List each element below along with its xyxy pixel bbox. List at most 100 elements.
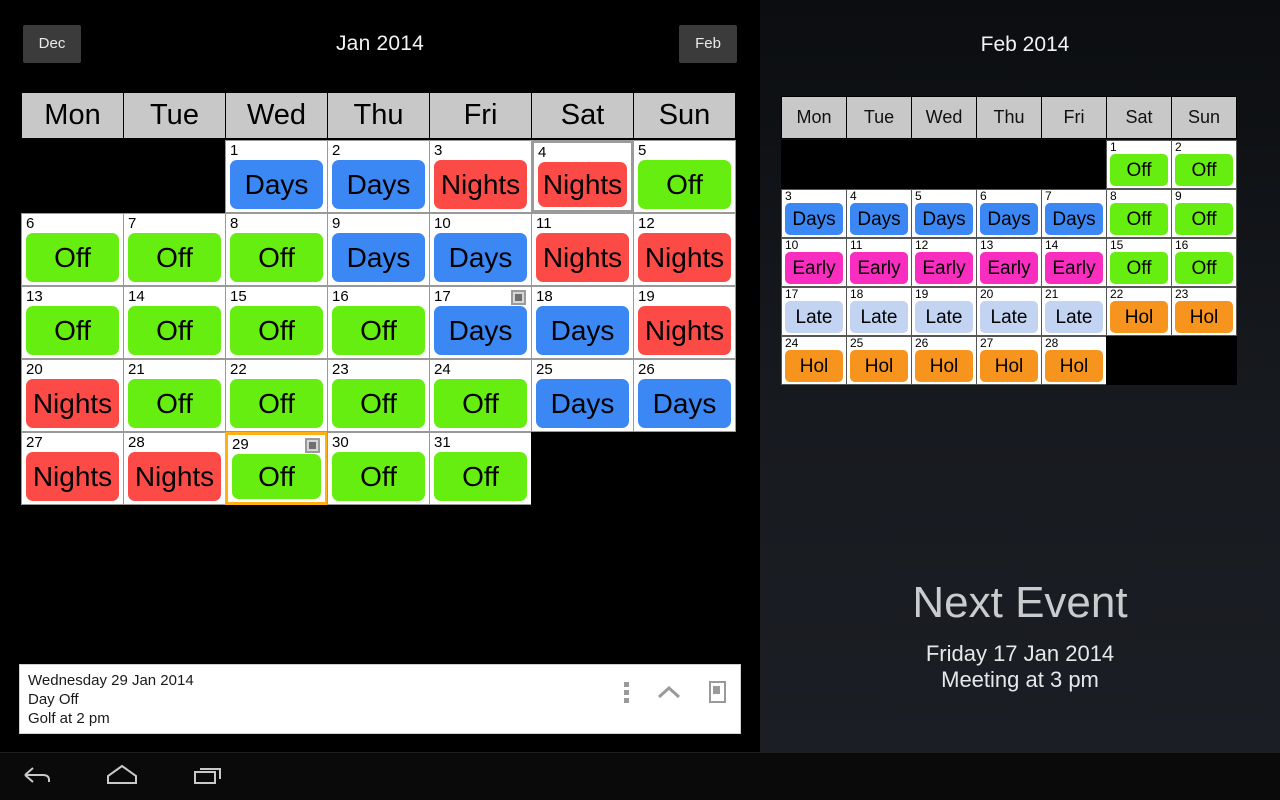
day-cell-18[interactable]: 18 Days	[531, 286, 634, 359]
day-cell-19[interactable]: 19 Late	[911, 287, 977, 336]
event-note-icon	[511, 290, 526, 305]
day-cell-28[interactable]: 28 Hol	[1041, 336, 1107, 385]
day-number: 9	[332, 215, 341, 232]
day-cell-8[interactable]: 8 Off	[225, 213, 328, 286]
day-cell-15[interactable]: 15 Off	[1106, 238, 1172, 287]
day-cell-31[interactable]: 31 Off	[429, 432, 532, 505]
day-cell-26[interactable]: 26 Days	[633, 359, 736, 432]
day-cell-28[interactable]: 28 Nights	[123, 432, 226, 505]
day-cell-9[interactable]: 9 Days	[327, 213, 430, 286]
day-cell-10[interactable]: 10 Days	[429, 213, 532, 286]
day-cell-3[interactable]: 3 Nights	[429, 140, 532, 213]
day-cell-25[interactable]: 25 Days	[531, 359, 634, 432]
day-cell-1[interactable]: 1 Off	[1106, 140, 1172, 189]
day-cell-29[interactable]: 29 Off	[225, 432, 328, 505]
next-month-button[interactable]: Feb	[679, 25, 737, 63]
day-number: 11	[536, 215, 552, 232]
day-cell-2[interactable]: 2 Days	[327, 140, 430, 213]
day-cell-4[interactable]: 4 Nights	[531, 140, 634, 213]
day-number: 6	[980, 189, 987, 203]
day-cell-30[interactable]: 30 Off	[327, 432, 430, 505]
day-cell-5[interactable]: 5 Off	[633, 140, 736, 213]
day-cell-22[interactable]: 22 Hol	[1106, 287, 1172, 336]
day-cell-empty	[123, 140, 226, 213]
day-cell-9[interactable]: 9 Off	[1171, 189, 1237, 238]
screen: Dec Jan 2014 Feb Mon Tue Wed Thu Fri Sat Sun 1…	[0, 0, 1280, 800]
chevron-up-icon[interactable]	[657, 683, 681, 701]
day-cell-24[interactable]: 24 Off	[429, 359, 532, 432]
day-number: 12	[915, 238, 929, 252]
shift-badge: Off	[1110, 154, 1168, 186]
day-cell-19[interactable]: 19 Nights	[633, 286, 736, 359]
mini-weekday-header-tue: Tue	[846, 96, 912, 139]
shift-badge: Off	[1175, 252, 1233, 284]
day-cell-7[interactable]: 7 Off	[123, 213, 226, 286]
shift-badge: Days	[536, 306, 629, 355]
home-icon[interactable]	[102, 761, 142, 794]
day-cell-14[interactable]: 14 Off	[123, 286, 226, 359]
day-cell-15[interactable]: 15 Off	[225, 286, 328, 359]
day-cell-1[interactable]: 1 Days	[225, 140, 328, 213]
day-number: 28	[1045, 336, 1059, 350]
day-cell-18[interactable]: 18 Late	[846, 287, 912, 336]
day-number: 20	[26, 361, 43, 378]
day-cell-5[interactable]: 5 Days	[911, 189, 977, 238]
day-cell-4[interactable]: 4 Days	[846, 189, 912, 238]
shift-badge: Hol	[915, 350, 973, 382]
day-cell-12[interactable]: 12 Early	[911, 238, 977, 287]
day-cell-6[interactable]: 6 Days	[976, 189, 1042, 238]
day-cell-27[interactable]: 27 Nights	[21, 432, 124, 505]
day-number: 7	[128, 215, 137, 232]
day-cell-16[interactable]: 16 Off	[1171, 238, 1237, 287]
day-cell-11[interactable]: 11 Nights	[531, 213, 634, 286]
day-cell-3[interactable]: 3 Days	[781, 189, 847, 238]
day-cell-21[interactable]: 21 Late	[1041, 287, 1107, 336]
day-number: 16	[1175, 238, 1189, 252]
day-number: 21	[1045, 287, 1059, 301]
day-cell-8[interactable]: 8 Off	[1106, 189, 1172, 238]
day-cell-17[interactable]: 17 Days	[429, 286, 532, 359]
day-cell-7[interactable]: 7 Days	[1041, 189, 1107, 238]
prev-month-button[interactable]: Dec	[23, 25, 81, 63]
week-row: 6 Off 7 Off 8 Off 9 Days 10 Days 11 Nights 12 Nights	[21, 213, 740, 286]
mini-calendar-grid: Mon Tue Wed Thu Fri Sat Sun 1 Off 2 Off 3 Days 4 Days…	[781, 96, 1237, 385]
selected-day-info-panel[interactable]: Wednesday 29 Jan 2014 Day Off Golf at 2 …	[19, 664, 741, 734]
shift-badge: Days	[850, 203, 908, 235]
day-cell-6[interactable]: 6 Off	[21, 213, 124, 286]
day-cell-11[interactable]: 11 Early	[846, 238, 912, 287]
day-cell-13[interactable]: 13 Early	[976, 238, 1042, 287]
day-cell-24[interactable]: 24 Hol	[781, 336, 847, 385]
week-row: 13 Off 14 Off 15 Off 16 Off 17 Days 18 Days 19 Nights	[21, 286, 740, 359]
weekday-header-sat: Sat	[531, 92, 634, 139]
recents-icon[interactable]	[190, 761, 228, 794]
day-cell-20[interactable]: 20 Nights	[21, 359, 124, 432]
day-cell-14[interactable]: 14 Early	[1041, 238, 1107, 287]
day-cell-23[interactable]: 23 Off	[327, 359, 430, 432]
day-number: 3	[785, 189, 792, 203]
day-number: 15	[1110, 238, 1124, 252]
weekday-header-fri: Fri	[429, 92, 532, 139]
note-icon[interactable]	[709, 681, 726, 703]
shift-badge: Late	[785, 301, 843, 333]
day-cell-22[interactable]: 22 Off	[225, 359, 328, 432]
day-number: 17	[785, 287, 799, 301]
shift-badge: Days	[434, 233, 527, 282]
day-cell-12[interactable]: 12 Nights	[633, 213, 736, 286]
day-cell-10[interactable]: 10 Early	[781, 238, 847, 287]
shift-badge: Off	[128, 379, 221, 428]
day-cell-13[interactable]: 13 Off	[21, 286, 124, 359]
day-cell-26[interactable]: 26 Hol	[911, 336, 977, 385]
day-cell-21[interactable]: 21 Off	[123, 359, 226, 432]
day-cell-2[interactable]: 2 Off	[1171, 140, 1237, 189]
day-cell-25[interactable]: 25 Hol	[846, 336, 912, 385]
day-cell-23[interactable]: 23 Hol	[1171, 287, 1237, 336]
overflow-menu-icon[interactable]	[624, 681, 629, 703]
day-cell-27[interactable]: 27 Hol	[976, 336, 1042, 385]
day-cell-16[interactable]: 16 Off	[327, 286, 430, 359]
shift-badge: Days	[536, 379, 629, 428]
day-cell-20[interactable]: 20 Late	[976, 287, 1042, 336]
day-cell-17[interactable]: 17 Late	[781, 287, 847, 336]
back-icon[interactable]	[18, 761, 54, 794]
shift-badge: Early	[1045, 252, 1103, 284]
day-number: 21	[128, 361, 145, 378]
